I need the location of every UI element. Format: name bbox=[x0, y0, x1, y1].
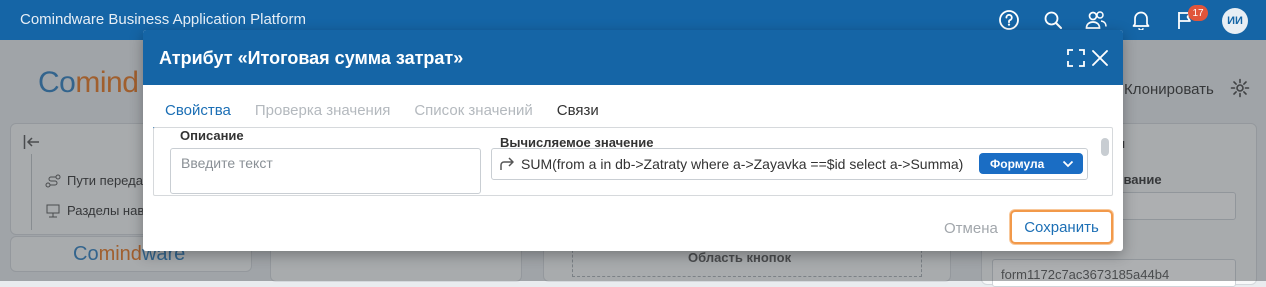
search-icon[interactable] bbox=[1041, 8, 1065, 32]
chevron-down-icon bbox=[1062, 158, 1074, 172]
properties-form: Описание Введите текст Вычисляемое значе… bbox=[153, 127, 1113, 196]
cancel-button[interactable]: Отмена bbox=[944, 220, 998, 237]
expand-icon[interactable] bbox=[1066, 48, 1086, 68]
tab-properties[interactable]: Свойства bbox=[153, 100, 243, 130]
tab-links[interactable]: Связи bbox=[545, 100, 611, 127]
dialog-header: Атрибут «Итоговая сумма затрат» bbox=[143, 30, 1123, 85]
formula-mode-label: Формула bbox=[990, 156, 1045, 171]
description-field[interactable]: Введите текст bbox=[170, 148, 481, 194]
attribute-dialog: Атрибут «Итоговая сумма затрат» Свойства… bbox=[143, 30, 1123, 251]
close-icon[interactable] bbox=[1090, 48, 1110, 68]
notifications-badge: 17 bbox=[1188, 5, 1208, 21]
computed-value-field[interactable]: SUM(from a in db->Zatraty where a->Zayav… bbox=[491, 148, 1088, 180]
formula-arrow-icon bbox=[499, 156, 515, 172]
formula-mode-dropdown[interactable]: Формула bbox=[979, 153, 1083, 174]
bell-icon[interactable] bbox=[1129, 8, 1153, 32]
computed-expression[interactable]: SUM(from a in db->Zatraty where a->Zayav… bbox=[521, 156, 963, 172]
app-title: Comindware Business Application Platform bbox=[20, 11, 306, 28]
dialog-tabs: Свойства Проверка значения Список значен… bbox=[153, 100, 611, 130]
form-scrollbar[interactable] bbox=[1101, 138, 1109, 156]
description-label: Описание bbox=[180, 128, 244, 143]
help-icon[interactable] bbox=[997, 8, 1021, 32]
users-icon[interactable] bbox=[1084, 8, 1108, 32]
description-placeholder: Введите текст bbox=[181, 155, 273, 171]
dialog-title: Атрибут «Итоговая сумма затрат» bbox=[159, 48, 464, 68]
tab-value-list[interactable]: Список значений bbox=[402, 100, 544, 127]
avatar[interactable]: ИИ bbox=[1222, 8, 1248, 34]
save-button[interactable]: Сохранить bbox=[1010, 210, 1113, 244]
tab-value-validation[interactable]: Проверка значения bbox=[243, 100, 402, 127]
